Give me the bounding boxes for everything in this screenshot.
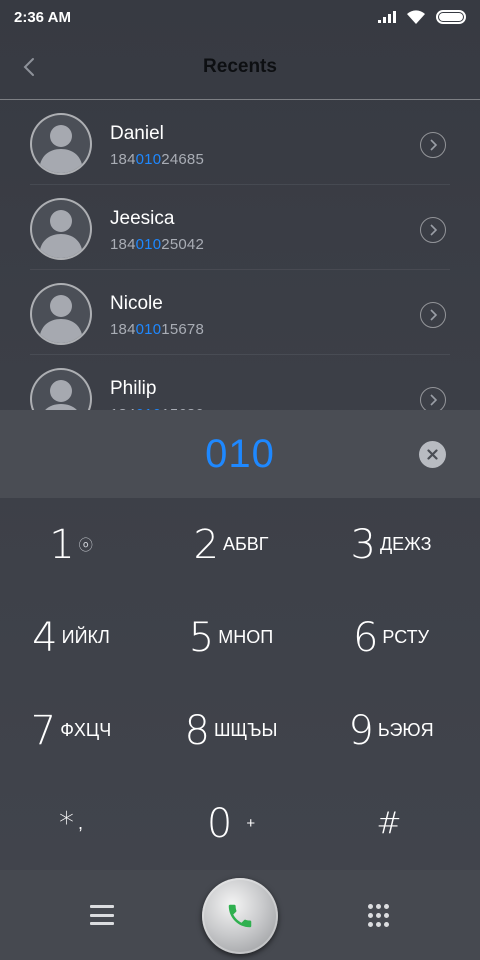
contact-name: Jeesica [110, 208, 175, 229]
contact-row[interactable]: Nicole 18401015678 [30, 271, 450, 355]
contact-row[interactable]: Jeesica 18401025042 [30, 186, 450, 270]
wifi-icon [407, 9, 425, 24]
bottom-action-bar [0, 870, 480, 960]
avatar [30, 198, 92, 260]
contact-number: 18401015678 [110, 321, 204, 338]
recents-list: Daniel 18401024685 Jeesica 18401025042 N… [0, 101, 480, 410]
keypad-toggle-button[interactable] [366, 904, 390, 928]
contact-detail-button[interactable] [420, 302, 446, 328]
key-3[interactable]: 3 ДЕЖЗ [320, 498, 480, 591]
app-header: Recents [0, 34, 480, 100]
avatar [30, 368, 92, 410]
avatar [30, 113, 92, 175]
contact-number: 18401024685 [110, 151, 204, 168]
keypad: 1 ⓞ 2 АБВГ 3 ДЕЖЗ 4 ИЙКЛ 5 МНОП 6 РСТУ 7 ФХЦЧ 8… [0, 498, 480, 870]
key-0[interactable]: 0 + [160, 777, 320, 870]
key-hash[interactable]: # [320, 777, 480, 870]
chevron-right-icon [430, 309, 438, 321]
key-7[interactable]: 7 ФХЦЧ [0, 684, 160, 777]
clear-button[interactable] [419, 441, 446, 468]
key-9[interactable]: 9 ЬЭЮЯ [320, 684, 480, 777]
contact-number: 18401025042 [110, 236, 204, 253]
status-bar: 2:36 AM [0, 0, 480, 34]
key-star[interactable]: *, [0, 777, 160, 870]
contact-detail-button[interactable] [420, 217, 446, 243]
status-icons [378, 9, 466, 25]
person-icon [39, 125, 83, 173]
phone-icon [222, 898, 258, 934]
key-1[interactable]: 1 ⓞ [0, 498, 160, 591]
status-time: 2:36 AM [14, 8, 71, 26]
menu-button[interactable] [90, 905, 114, 925]
chevron-left-icon [23, 58, 34, 76]
contact-row[interactable]: Daniel 18401024685 [30, 101, 450, 185]
voicemail-icon: ⓞ [78, 536, 93, 553]
key-2[interactable]: 2 АБВГ [160, 498, 320, 591]
chevron-right-icon [430, 224, 438, 236]
chevron-right-icon [430, 394, 438, 406]
dial-input-bar: 010 [0, 410, 480, 498]
person-icon [39, 295, 83, 343]
key-4[interactable]: 4 ИЙКЛ [0, 591, 160, 684]
dialer-screen: 2:36 AM Recents Daniel 18401024685 Jeesi… [0, 0, 480, 960]
page-title: Recents [203, 55, 277, 77]
close-icon [427, 449, 438, 460]
avatar [30, 283, 92, 345]
chevron-right-icon [430, 139, 438, 151]
signal-icon [378, 11, 396, 23]
battery-icon [436, 10, 466, 24]
key-5[interactable]: 5 МНОП [160, 591, 320, 684]
dialed-number: 010 [205, 431, 275, 476]
contact-detail-button[interactable] [420, 132, 446, 158]
person-icon [39, 210, 83, 258]
call-button[interactable] [202, 878, 278, 954]
contact-name: Daniel [110, 123, 164, 144]
back-button[interactable] [14, 52, 44, 82]
contact-name: Nicole [110, 293, 163, 314]
contact-row[interactable]: Philip 18401015630 [30, 356, 450, 410]
contact-name: Philip [110, 378, 157, 399]
key-6[interactable]: 6 РСТУ [320, 591, 480, 684]
person-icon [45, 380, 77, 410]
contact-detail-button[interactable] [420, 387, 446, 410]
key-8[interactable]: 8 ШЩЪЫ [160, 684, 320, 777]
